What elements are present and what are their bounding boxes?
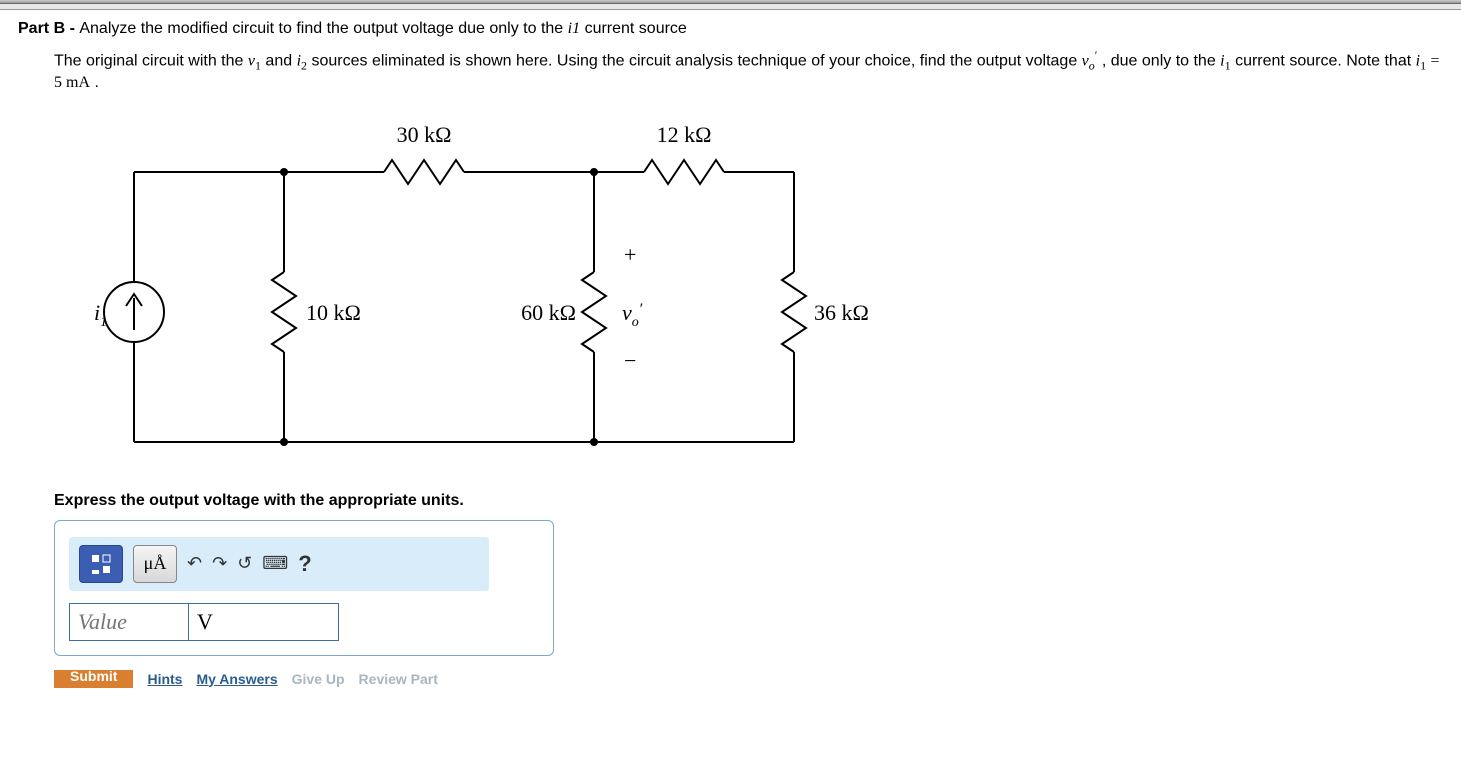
circuit-diagram: 30 kΩ 12 kΩ 10 kΩ 60 kΩ 36 kΩ i1 + vo′ − xyxy=(54,112,1443,472)
part-title-tail: current source xyxy=(585,20,687,37)
q-and: and xyxy=(265,52,296,69)
q-i2-sub: 2 xyxy=(301,59,307,73)
q-v1-sub: 1 xyxy=(255,59,261,73)
help-icon: ? xyxy=(298,551,311,577)
label-r36: 36 kΩ xyxy=(814,300,869,325)
q-p2: sources eliminated is shown here. Using … xyxy=(311,52,1081,69)
q-p3: , due only to the xyxy=(1102,52,1220,69)
part-label: Part B - xyxy=(18,20,79,37)
label-r60: 60 kΩ xyxy=(521,300,576,325)
my-answers-link[interactable]: My Answers xyxy=(196,671,277,687)
special-chars-label: μÅ xyxy=(144,553,167,574)
part-header: Part B - Analyze the modified circuit to… xyxy=(18,20,1443,38)
value-input[interactable] xyxy=(69,603,189,641)
answer-inputs-row xyxy=(69,603,539,641)
help-button[interactable]: ? xyxy=(298,545,311,583)
label-vo: vo′ xyxy=(622,300,643,330)
q-vo: v xyxy=(1082,52,1089,69)
q-v1: v xyxy=(248,52,255,69)
undo-button[interactable]: ↶ xyxy=(187,545,202,583)
label-r10: 10 kΩ xyxy=(306,300,361,325)
question-text: The original circuit with the v1 and i2 … xyxy=(54,48,1443,92)
submit-button[interactable]: Submit xyxy=(54,670,133,688)
review-part-link[interactable]: Review Part xyxy=(359,671,438,687)
redo-button[interactable]: ↷ xyxy=(212,545,227,583)
special-chars-button[interactable]: μÅ xyxy=(133,545,177,583)
label-minus: − xyxy=(624,348,636,373)
answer-toolbar: μÅ ↶ ↷ ↺ ⌨ ? xyxy=(69,537,489,591)
q-dot: . xyxy=(94,74,98,91)
part-title-var-i1: i1 xyxy=(568,20,580,37)
keyboard-button[interactable]: ⌨ xyxy=(262,545,288,583)
answer-panel: μÅ ↶ ↷ ↺ ⌨ ? xyxy=(54,520,554,656)
q-i1-sub: 1 xyxy=(1225,59,1231,73)
reset-icon: ↺ xyxy=(237,553,252,574)
keyboard-icon: ⌨ xyxy=(262,553,288,574)
content-area: Part B - Analyze the modified circuit to… xyxy=(0,10,1461,688)
part-title-lead: Analyze the modified circuit to find the… xyxy=(79,20,567,37)
label-plus: + xyxy=(624,242,636,267)
reset-button[interactable]: ↺ xyxy=(237,545,252,583)
fraction-tool-button[interactable] xyxy=(79,545,123,583)
q-vo-sup: ′ xyxy=(1095,48,1098,62)
give-up-link[interactable]: Give Up xyxy=(292,671,345,687)
units-input[interactable] xyxy=(189,603,339,641)
q-p4: current source. Note that xyxy=(1235,52,1416,69)
label-r30: 30 kΩ xyxy=(397,122,452,147)
undo-icon: ↶ xyxy=(187,553,202,574)
q-i1b-sub: 1 xyxy=(1420,59,1426,73)
label-r12: 12 kΩ xyxy=(657,122,712,147)
redo-icon: ↷ xyxy=(212,553,227,574)
submit-row: Submit Hints My Answers Give Up Review P… xyxy=(54,670,1443,688)
q-p1: The original circuit with the xyxy=(54,52,248,69)
fraction-tool-icon xyxy=(89,552,113,576)
hints-link[interactable]: Hints xyxy=(147,671,182,687)
answer-prompt: Express the output voltage with the appr… xyxy=(54,492,1443,510)
